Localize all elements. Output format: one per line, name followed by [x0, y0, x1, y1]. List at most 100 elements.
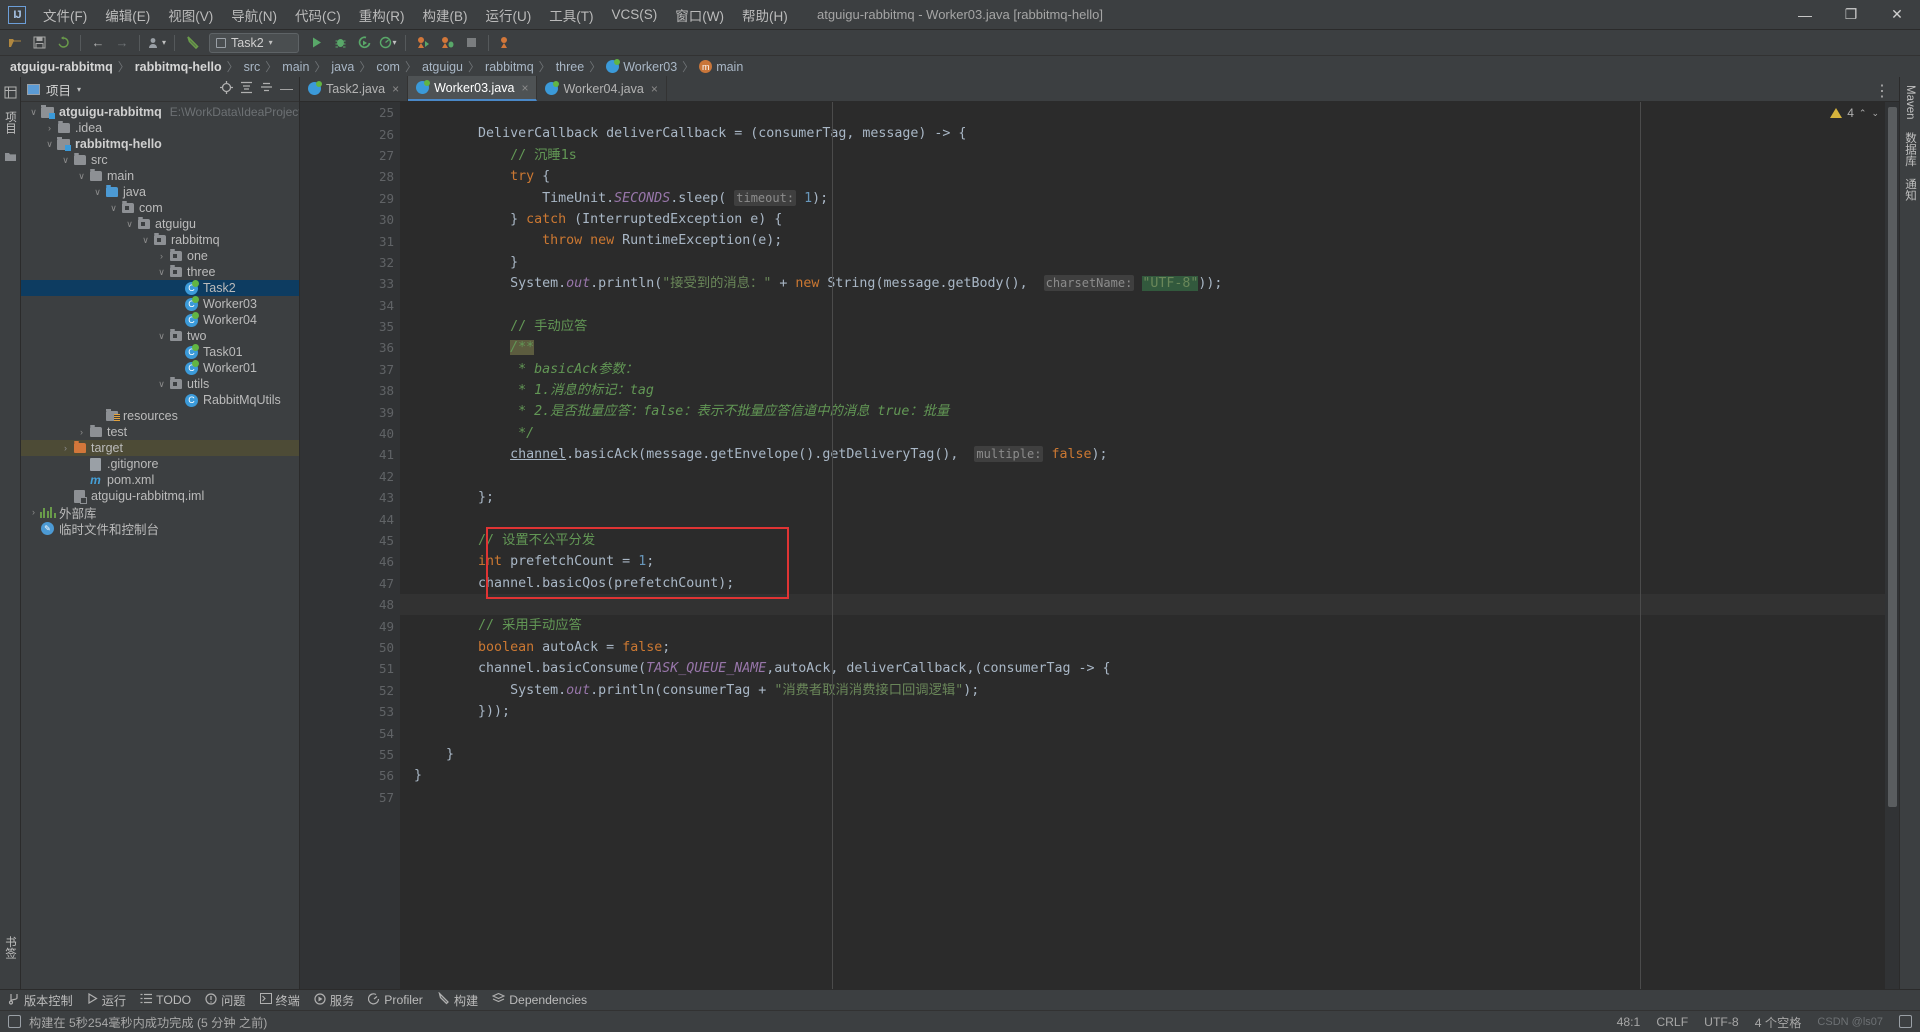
editor-viewport[interactable]: 25 26− 27 28− 29 30− 31 32− 33 34 35 36− 37 38 39 40 41 4…	[300, 102, 1899, 989]
code-line-33[interactable]: System.out.println("接受到的消息：" + new Strin…	[400, 273, 1885, 294]
left-rail-label-bookmarks[interactable]: 书签	[2, 936, 18, 959]
locate-icon[interactable]	[220, 81, 233, 97]
save-icon[interactable]	[28, 32, 50, 54]
attach-process-icon[interactable]	[412, 32, 434, 54]
gutter-line-27[interactable]: 27	[300, 145, 400, 166]
breadcrumb-item-java[interactable]: java	[327, 60, 358, 74]
code-line-46[interactable]: int prefetchCount = 1;	[400, 551, 1885, 572]
main-menu[interactable]: 文件(F) 编辑(E) 视图(V) 导航(N) 代码(C) 重构(R) 构建(B) 运行(U)…	[34, 1, 797, 29]
close-icon[interactable]: ×	[651, 82, 658, 96]
gutter-line-49[interactable]: 49	[300, 615, 400, 636]
chevron-down-icon[interactable]: ∨	[155, 267, 168, 278]
forward-arrow-icon[interactable]: →	[111, 32, 133, 54]
minimize-button[interactable]: —	[1782, 0, 1828, 30]
prev-problem-icon[interactable]: ⌃	[1859, 108, 1867, 119]
code-line-57[interactable]	[400, 787, 1885, 808]
tree-node-src[interactable]: ∨ src	[21, 152, 299, 168]
profile-selector-icon[interactable]: ▾	[146, 32, 168, 54]
chevron-right-icon[interactable]: ›	[59, 443, 72, 453]
right-rail-label-database[interactable]: 数据库	[1902, 132, 1918, 167]
editor-tab-Worker03.java[interactable]: Worker03.java ×	[408, 76, 538, 101]
gutter-line-44[interactable]: 44	[300, 508, 400, 529]
chevron-down-icon[interactable]: ∨	[139, 235, 152, 246]
caret-position[interactable]: 48:1	[1617, 1015, 1641, 1029]
tree-node-临时文件和控制台[interactable]: ✎ 临时文件和控制台	[21, 520, 299, 537]
bookmarks-tool-icon[interactable]	[0, 146, 21, 168]
collapse-all-icon[interactable]	[260, 81, 273, 97]
minimize-panel-icon[interactable]: —	[280, 82, 293, 95]
chevron-down-icon[interactable]: ∨	[75, 171, 88, 182]
code-line-38[interactable]: * 1.消息的标记：tag	[400, 380, 1885, 401]
code-line-50[interactable]: boolean autoAck = false;	[400, 637, 1885, 658]
gutter-line-40[interactable]: 40	[300, 423, 400, 444]
breadcrumb-item-rabbitmq-hello[interactable]: rabbitmq-hello	[131, 60, 226, 74]
tool-window-button-版本控制[interactable]: 版本控制	[8, 991, 73, 1009]
tree-node-atguigu-rabbitmq[interactable]: ∨ atguigu-rabbitmq E:\WorkData\IdeaProject…	[21, 104, 299, 120]
gutter-line-39[interactable]: 39	[300, 401, 400, 422]
menu-item-4[interactable]: 代码(C)	[286, 1, 350, 29]
tree-node-Task01[interactable]: C Task01	[21, 343, 299, 360]
code-line-31[interactable]: throw new RuntimeException(e);	[400, 230, 1885, 251]
gutter-line-57[interactable]: 57	[300, 787, 400, 808]
tool-window-button-终端[interactable]: 终端	[259, 991, 300, 1009]
sync-icon[interactable]	[52, 32, 74, 54]
menu-item-7[interactable]: 运行(U)	[477, 1, 541, 29]
tree-node-rabbitmq[interactable]: ∨ rabbitmq	[21, 232, 299, 248]
code-line-53[interactable]: }));	[400, 701, 1885, 722]
back-arrow-icon[interactable]: ←	[87, 32, 109, 54]
code-line-45[interactable]: // 设置不公平分发	[400, 530, 1885, 551]
code-line-55[interactable]: }	[400, 744, 1885, 765]
menu-item-5[interactable]: 重构(R)	[350, 1, 414, 29]
chevron-down-icon[interactable]: ▾	[77, 85, 81, 94]
more-options-icon[interactable]: ⋮	[1874, 81, 1891, 101]
code-line-39[interactable]: * 2.是否批量应答：false：表示不批量应答信道中的消息 true：批量	[400, 401, 1885, 422]
chevron-down-icon[interactable]: ∨	[91, 187, 104, 198]
breadcrumb-item-Worker03[interactable]: Worker03	[602, 59, 681, 74]
code-line-40[interactable]: */	[400, 423, 1885, 444]
gutter-line-31[interactable]: 31	[300, 230, 400, 251]
inspection-summary[interactable]: 4 ⌃ ⌄	[1830, 106, 1879, 120]
left-rail-label-project[interactable]: 项目	[2, 111, 18, 134]
menu-item-8[interactable]: 工具(T)	[540, 1, 602, 29]
gutter-line-47[interactable]: 47	[300, 573, 400, 594]
tree-node-Worker03[interactable]: C Worker03	[21, 295, 299, 312]
debug-icon[interactable]	[329, 32, 351, 54]
editor-gutter[interactable]: 25 26− 27 28− 29 30− 31 32− 33 34 35 36− 37 38 39 40 41 4…	[300, 102, 446, 989]
code-line-43[interactable]: };	[400, 487, 1885, 508]
next-problem-icon[interactable]: ⌄	[1871, 108, 1879, 119]
gutter-line-26[interactable]: 26−	[300, 123, 446, 144]
stop-icon[interactable]	[460, 32, 482, 54]
tree-node-.gitignore[interactable]: .gitignore	[21, 456, 299, 472]
close-button[interactable]: ✕	[1874, 0, 1920, 30]
menu-item-1[interactable]: 编辑(E)	[96, 1, 159, 29]
gutter-line-48[interactable]: 48	[300, 594, 400, 615]
gutter-line-38[interactable]: 38	[300, 380, 400, 401]
tool-window-button-运行[interactable]: 运行	[87, 991, 126, 1009]
tree-node-one[interactable]: › one	[21, 248, 299, 264]
menu-item-11[interactable]: 帮助(H)	[733, 1, 797, 29]
code-line-30[interactable]: } catch (InterruptedException e) {	[400, 209, 1885, 230]
file-encoding[interactable]: UTF-8	[1704, 1015, 1739, 1029]
editor-scrollbar-thumb[interactable]	[1888, 107, 1897, 807]
build-hammer-icon[interactable]	[181, 32, 203, 54]
code-line-34[interactable]	[400, 295, 1885, 316]
tool-window-button-问题[interactable]: 问题	[205, 991, 246, 1009]
breadcrumb-item-com[interactable]: com	[372, 60, 404, 74]
chevron-down-icon[interactable]: ∨	[43, 139, 56, 150]
breadcrumb[interactable]: atguigu-rabbitmq 〉 rabbitmq-hello 〉 src 〉 main…	[0, 56, 1920, 77]
menu-item-10[interactable]: 窗口(W)	[666, 1, 733, 29]
chevron-down-icon[interactable]: ∨	[59, 155, 72, 166]
gutter-line-46[interactable]: 46	[300, 551, 400, 572]
breadcrumb-item-atguigu[interactable]: atguigu	[418, 60, 467, 74]
status-lock-icon[interactable]	[1899, 1015, 1912, 1028]
tree-node-.idea[interactable]: › .idea	[21, 120, 299, 136]
chevron-down-icon[interactable]: ∨	[155, 379, 168, 390]
indent-setting[interactable]: 4 个空格	[1755, 1013, 1802, 1031]
menu-item-0[interactable]: 文件(F)	[34, 1, 96, 29]
code-line-37[interactable]: * basicAck参数：	[400, 359, 1885, 380]
tree-node-atguigu[interactable]: ∨ atguigu	[21, 216, 299, 232]
editor-tabs-options[interactable]: ⋮	[1874, 81, 1899, 101]
gutter-line-32[interactable]: 32−	[300, 252, 446, 273]
tool-window-button-Dependencies[interactable]: Dependencies	[491, 992, 587, 1007]
gutter-line-41[interactable]: 41	[300, 444, 400, 465]
